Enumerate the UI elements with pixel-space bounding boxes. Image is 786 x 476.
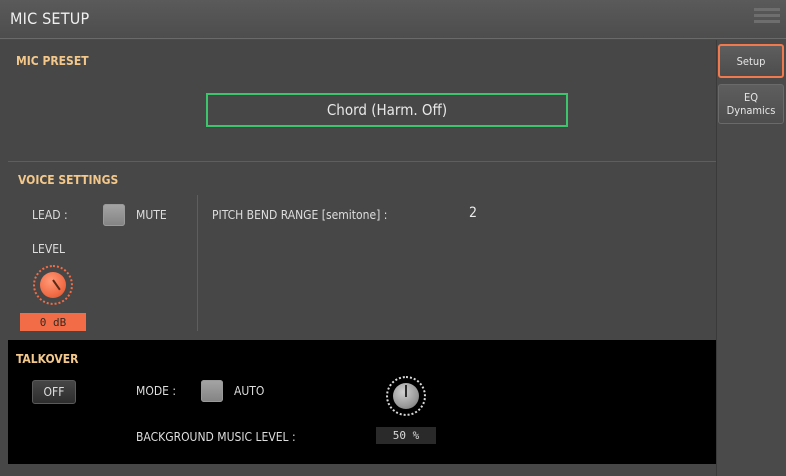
level-label: LEVEL [32,242,66,256]
mode-label: MODE : [136,384,177,398]
mic-preset-selector[interactable]: Chord (Harm. Off) [206,93,568,127]
talkover-toggle-button[interactable]: OFF [32,380,76,404]
background-music-value: 50 % [376,427,436,444]
voice-settings-heading: VOICE SETTINGS [18,173,119,187]
talkover-panel [8,340,716,464]
tab-setup-label: Setup [736,54,766,68]
title-bar [0,0,786,39]
talkover-heading: TALKOVER [16,352,79,366]
tab-eq-dynamics-label: EQ Dynamics [726,91,776,117]
background-music-label: BACKGROUND MUSIC LEVEL : [136,430,296,444]
menu-icon[interactable] [754,8,780,28]
vertical-divider [197,195,198,331]
section-divider [8,161,716,162]
level-knob[interactable] [33,265,73,305]
pitch-bend-label: PITCH BEND RANGE [semitone] : [212,208,388,222]
lead-label: LEAD : [32,208,68,222]
background-music-knob[interactable] [386,376,426,416]
auto-checkbox[interactable] [201,380,223,402]
mic-preset-value: Chord (Harm. Off) [326,101,448,119]
talkover-toggle-label: OFF [43,385,65,399]
background-music-knob-pointer [405,385,407,397]
page-title: MIC SETUP [10,9,90,28]
auto-label: AUTO [234,384,265,398]
level-value: 0 dB [20,313,86,331]
pitch-bend-value[interactable]: 2 [469,205,477,221]
level-knob-cap [40,272,66,298]
mute-checkbox[interactable] [103,204,125,226]
tab-eq-dynamics[interactable]: EQ Dynamics [718,84,784,124]
mic-preset-heading: MIC PRESET [16,54,89,68]
tab-setup[interactable]: Setup [718,44,784,78]
mute-label: MUTE [136,208,167,222]
